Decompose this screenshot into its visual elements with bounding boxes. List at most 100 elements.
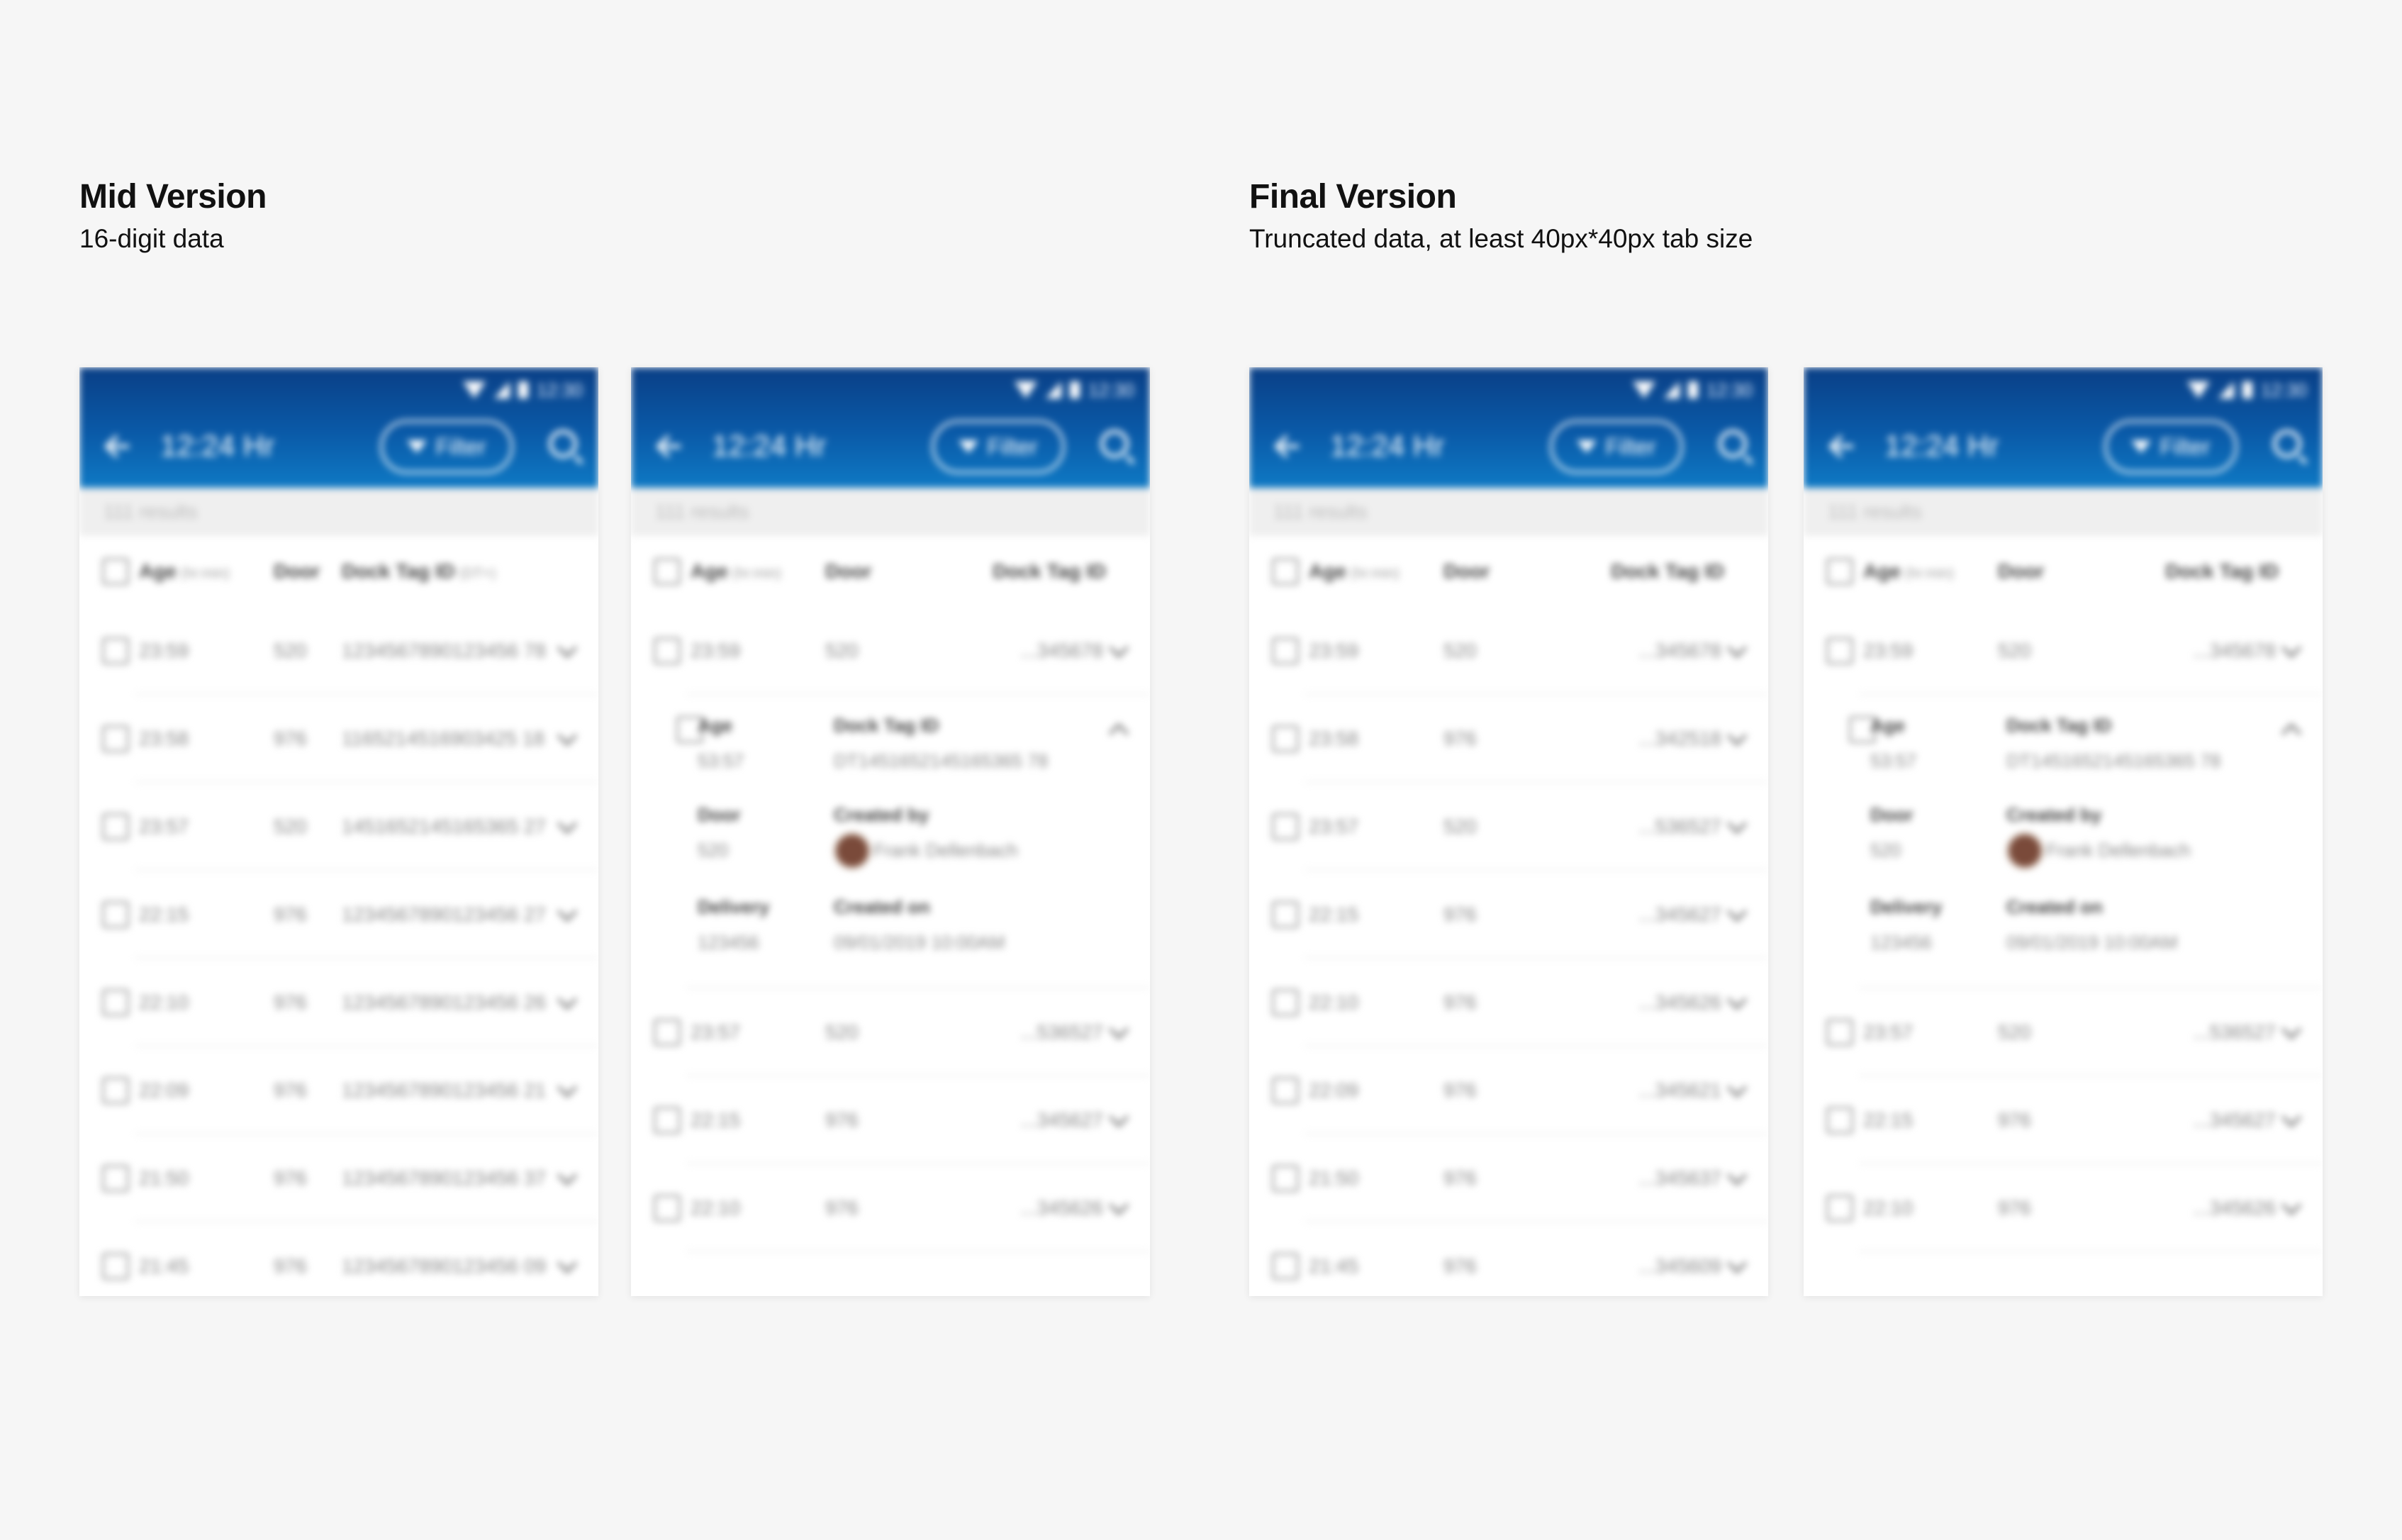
row-checkbox[interactable] <box>1272 989 1299 1016</box>
wifi-icon <box>2186 381 2210 398</box>
chevron-down-icon[interactable] <box>557 637 578 659</box>
row-checkbox[interactable] <box>102 1077 129 1104</box>
table-row[interactable]: 22:10 976 ...345626 <box>1249 959 1768 1047</box>
row-door: 520 <box>825 640 859 662</box>
back-arrow-icon[interactable] <box>1275 433 1300 459</box>
row-checkbox[interactable] <box>654 1195 681 1222</box>
row-checkbox[interactable] <box>102 725 129 752</box>
search-icon[interactable] <box>1719 430 1747 458</box>
table-row[interactable]: 23:59 520 ...345678 <box>1804 607 2323 695</box>
chevron-up-icon[interactable] <box>1108 722 1129 744</box>
table-row[interactable]: 22:15 976 ...345627 <box>631 1076 1150 1164</box>
filter-button[interactable]: Filter <box>932 420 1065 474</box>
chevron-up-icon[interactable] <box>2281 722 2302 744</box>
chevron-down-icon[interactable] <box>557 901 578 922</box>
search-icon[interactable] <box>549 430 577 458</box>
row-checkbox[interactable] <box>654 1019 681 1046</box>
row-checkbox[interactable] <box>1826 1195 1853 1222</box>
table-row[interactable]: 21:45 976 ...345609 <box>1249 1222 1768 1296</box>
chevron-down-icon[interactable] <box>2281 1019 2302 1040</box>
expanded-row[interactable]: Age 53:57 Dock Tag ID DT1451652145165365 78… <box>631 695 1150 988</box>
row-checkbox[interactable] <box>654 637 681 664</box>
table-row[interactable]: 22:15 976 1234567890123456 27 <box>79 871 598 959</box>
row-checkbox[interactable] <box>1826 637 1853 664</box>
detail-door-label: Door <box>1870 804 1914 825</box>
row-door: 976 <box>274 1255 307 1277</box>
back-arrow-icon[interactable] <box>105 433 130 459</box>
search-icon[interactable] <box>1100 430 1129 458</box>
row-checkbox[interactable] <box>1272 1165 1299 1192</box>
row-checkbox[interactable] <box>1826 1107 1853 1134</box>
row-checkbox[interactable] <box>1272 1077 1299 1104</box>
chevron-down-icon[interactable] <box>1108 637 1129 659</box>
table-row[interactable]: 23:59 520 ...345678 <box>1249 607 1768 695</box>
back-arrow-icon[interactable] <box>657 433 682 459</box>
select-all-checkbox[interactable] <box>102 558 129 585</box>
chevron-down-icon[interactable] <box>1726 637 1748 659</box>
chevron-down-icon[interactable] <box>557 725 578 747</box>
table-row[interactable]: 22:10 976 1234567890123456 26 <box>79 959 598 1047</box>
chevron-down-icon[interactable] <box>557 813 578 835</box>
chevron-down-icon[interactable] <box>1726 989 1748 1010</box>
back-arrow-icon[interactable] <box>1829 433 1855 459</box>
chevron-down-icon[interactable] <box>557 1253 578 1274</box>
table-row[interactable]: 22:10 976 ...345626 <box>631 1164 1150 1252</box>
row-checkbox[interactable] <box>1272 725 1299 752</box>
chevron-down-icon[interactable] <box>1108 1107 1129 1128</box>
chevron-down-icon[interactable] <box>1108 1195 1129 1216</box>
chevron-down-icon[interactable] <box>557 1165 578 1186</box>
table-row[interactable]: 23:57 520 ...536527 <box>1249 783 1768 871</box>
chevron-down-icon[interactable] <box>1726 813 1748 835</box>
chevron-down-icon[interactable] <box>557 1077 578 1098</box>
filter-button[interactable]: Filter <box>2104 420 2238 474</box>
table-row[interactable]: 23:58 976 1165214516903425 18 <box>79 695 598 783</box>
row-checkbox[interactable] <box>1272 901 1299 928</box>
table-row[interactable]: 23:57 520 ...536527 <box>631 988 1150 1076</box>
table-row[interactable]: 21:50 976 1234567890123456 37 <box>79 1134 598 1222</box>
search-icon[interactable] <box>2273 430 2301 458</box>
table-row[interactable]: 22:15 976 ...345627 <box>1249 871 1768 959</box>
table-row[interactable]: 22:09 976 1234567890123456 21 <box>79 1047 598 1134</box>
chevron-down-icon[interactable] <box>1726 1165 1748 1186</box>
table-row[interactable]: 22:09 976 ...345621 <box>1249 1047 1768 1134</box>
table-row[interactable]: 23:59 520 1234567890123456 78 <box>79 607 598 695</box>
filter-button[interactable]: Filter <box>380 420 513 474</box>
row-checkbox[interactable] <box>654 1107 681 1134</box>
chevron-down-icon[interactable] <box>2281 637 2302 659</box>
row-checkbox[interactable] <box>102 989 129 1016</box>
table-row[interactable]: 23:57 520 ...536527 <box>1804 988 2323 1076</box>
chevron-down-icon[interactable] <box>1726 1077 1748 1098</box>
row-age: 22:15 <box>691 1109 741 1131</box>
chevron-down-icon[interactable] <box>557 989 578 1010</box>
row-dock-tag: ...345626 <box>2193 1197 2276 1219</box>
table-row[interactable]: 23:57 520 1451652145165365 27 <box>79 783 598 871</box>
row-checkbox[interactable] <box>1272 813 1299 840</box>
chevron-down-icon[interactable] <box>1726 901 1748 922</box>
col-age: Age <box>1309 560 1346 582</box>
table-row[interactable]: 22:10 976 ...345626 <box>1804 1164 2323 1252</box>
row-checkbox[interactable] <box>102 901 129 928</box>
chevron-down-icon[interactable] <box>2281 1195 2302 1216</box>
table-row[interactable]: 22:15 976 ...345627 <box>1804 1076 2323 1164</box>
chevron-down-icon[interactable] <box>1108 1019 1129 1040</box>
table-row[interactable]: 21:45 976 1234567890123456 09 <box>79 1222 598 1296</box>
row-checkbox[interactable] <box>102 1253 129 1280</box>
row-checkbox[interactable] <box>1826 1019 1853 1046</box>
chevron-down-icon[interactable] <box>1726 1253 1748 1274</box>
row-checkbox[interactable] <box>102 637 129 664</box>
select-all-checkbox[interactable] <box>1272 558 1299 585</box>
table-row[interactable]: 23:59 520 ...345678 <box>631 607 1150 695</box>
select-all-checkbox[interactable] <box>654 558 681 585</box>
select-all-checkbox[interactable] <box>1826 558 1853 585</box>
table-row[interactable]: 21:50 976 ...345637 <box>1249 1134 1768 1222</box>
chevron-down-icon[interactable] <box>1726 725 1748 747</box>
row-checkbox[interactable] <box>1272 637 1299 664</box>
row-checkbox[interactable] <box>102 813 129 840</box>
row-checkbox[interactable] <box>102 1165 129 1192</box>
table-row[interactable]: 23:58 976 ...342518 <box>1249 695 1768 783</box>
row-age: 21:50 <box>1309 1167 1359 1189</box>
row-checkbox[interactable] <box>1272 1253 1299 1280</box>
expanded-row[interactable]: Age 53:57 Dock Tag ID DT1451652145165365 78… <box>1804 695 2323 988</box>
chevron-down-icon[interactable] <box>2281 1107 2302 1128</box>
filter-button[interactable]: Filter <box>1550 420 1683 474</box>
